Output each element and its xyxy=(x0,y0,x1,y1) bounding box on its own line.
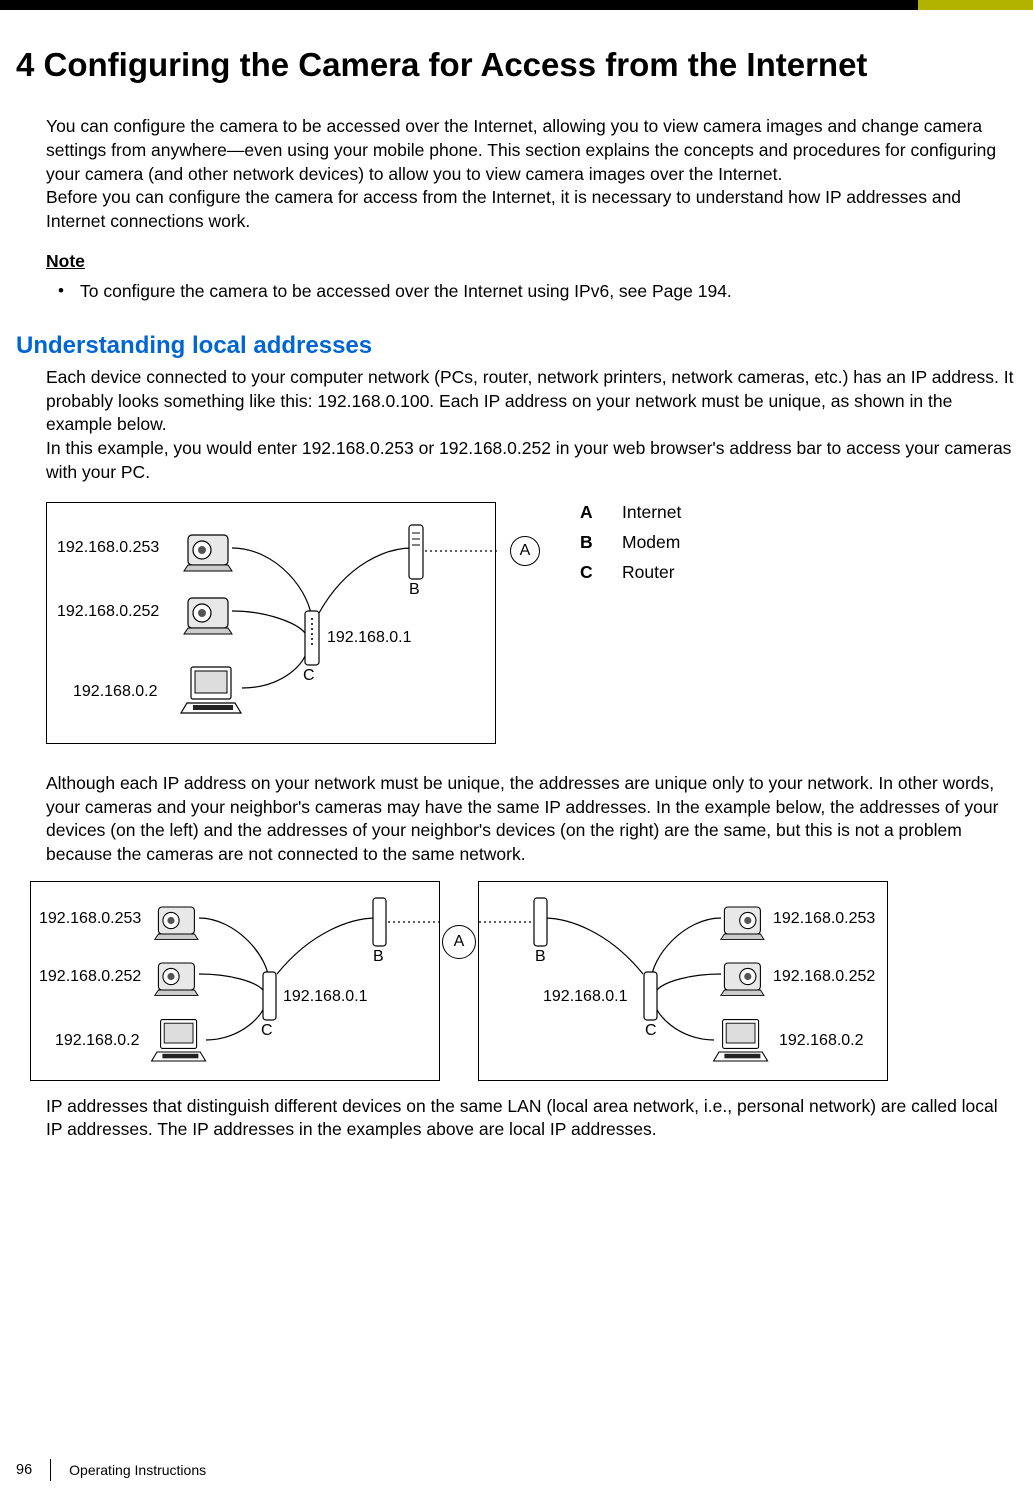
d2l-ip-router: 192.168.0.1 xyxy=(283,988,368,1006)
d2r-ip-pc: 192.168.0.2 xyxy=(779,1032,864,1050)
intro-block: You can configure the camera to be acces… xyxy=(46,115,1017,304)
footer-doc-title: Operating Instructions xyxy=(69,1462,206,1478)
legend-val-b: Modem xyxy=(622,528,680,558)
legend-val-a: Internet xyxy=(622,498,681,528)
legend-row-b: B Modem xyxy=(580,528,681,558)
section-intro-block: Each device connected to your computer n… xyxy=(46,366,1017,484)
page-number: 96 xyxy=(16,1462,32,1478)
top-bar-black xyxy=(0,0,918,10)
section-paragraph-1: Each device connected to your computer n… xyxy=(46,366,1017,437)
d2l-router-label: C xyxy=(261,1022,273,1040)
d1-internet-node: A xyxy=(510,536,540,566)
after-d1-block: Although each IP address on your network… xyxy=(46,772,1017,867)
top-accent-bar xyxy=(0,0,1033,10)
d2l-ip-pc: 192.168.0.2 xyxy=(55,1032,140,1050)
d1-ip-router: 192.168.0.1 xyxy=(327,629,412,647)
intro-paragraph-2: Before you can configure the camera for … xyxy=(46,186,1017,233)
d1-router-label: C xyxy=(303,667,315,685)
diagram-legend: A Internet B Modem C Router xyxy=(580,498,681,587)
legend-key-c: C xyxy=(580,558,598,588)
legend-key-a: A xyxy=(580,498,598,528)
diagram-1-box: 192.168.0.253 192.168.0.252 192.168.0.2 … xyxy=(46,502,496,744)
diagram-1-row: 192.168.0.253 192.168.0.252 192.168.0.2 … xyxy=(16,502,1017,744)
intro-paragraph-1: You can configure the camera to be acces… xyxy=(46,115,1017,186)
d2r-ip-cam2: 192.168.0.252 xyxy=(773,968,875,986)
d2r-ip-cam1: 192.168.0.253 xyxy=(773,910,875,928)
note-list: To configure the camera to be accessed o… xyxy=(46,280,1017,304)
note-item: To configure the camera to be accessed o… xyxy=(80,280,1017,304)
note-label: Note xyxy=(46,251,1017,272)
paragraph-after-d1: Although each IP address on your network… xyxy=(46,772,1017,867)
d2-internet-node: A xyxy=(442,925,476,959)
legend-row-c: C Router xyxy=(580,558,681,588)
section-paragraph-2: In this example, you would enter 192.168… xyxy=(46,437,1017,484)
d1-ip-pc: 192.168.0.2 xyxy=(73,683,158,701)
d2r-modem-label: B xyxy=(535,948,546,966)
chapter-heading: 4 Configuring the Camera for Access from… xyxy=(16,44,1017,85)
d1-modem-label: B xyxy=(409,581,420,599)
d1-internet-letter: A xyxy=(520,542,531,560)
d1-ip-cam2: 192.168.0.252 xyxy=(57,603,159,621)
page-footer: 96 Operating Instructions xyxy=(16,1459,206,1481)
page-content: 4 Configuring the Camera for Access from… xyxy=(0,10,1033,1142)
section-heading: Understanding local addresses xyxy=(16,332,1017,360)
paragraph-after-d2: IP addresses that distinguish different … xyxy=(46,1095,1017,1142)
d2l-ip-cam2: 192.168.0.252 xyxy=(39,968,141,986)
d1-ip-cam1: 192.168.0.253 xyxy=(57,539,159,557)
legend-key-b: B xyxy=(580,528,598,558)
footer-divider xyxy=(50,1459,51,1481)
diagram-2-left: 192.168.0.253 192.168.0.252 192.168.0.2 … xyxy=(30,881,440,1081)
d2r-ip-router: 192.168.0.1 xyxy=(543,988,628,1006)
d2r-router-label: C xyxy=(645,1022,657,1040)
d2-internet-letter: A xyxy=(454,933,465,951)
top-bar-olive xyxy=(918,0,1033,10)
legend-val-c: Router xyxy=(622,558,675,588)
legend-row-a: A Internet xyxy=(580,498,681,528)
d2l-modem-label: B xyxy=(373,948,384,966)
after-d2-block: IP addresses that distinguish different … xyxy=(46,1095,1017,1142)
d2l-ip-cam1: 192.168.0.253 xyxy=(39,910,141,928)
diagram-2-row: 192.168.0.253 192.168.0.252 192.168.0.2 … xyxy=(30,881,1017,1081)
diagram-2-right: 192.168.0.253 192.168.0.252 192.168.0.2 … xyxy=(478,881,888,1081)
